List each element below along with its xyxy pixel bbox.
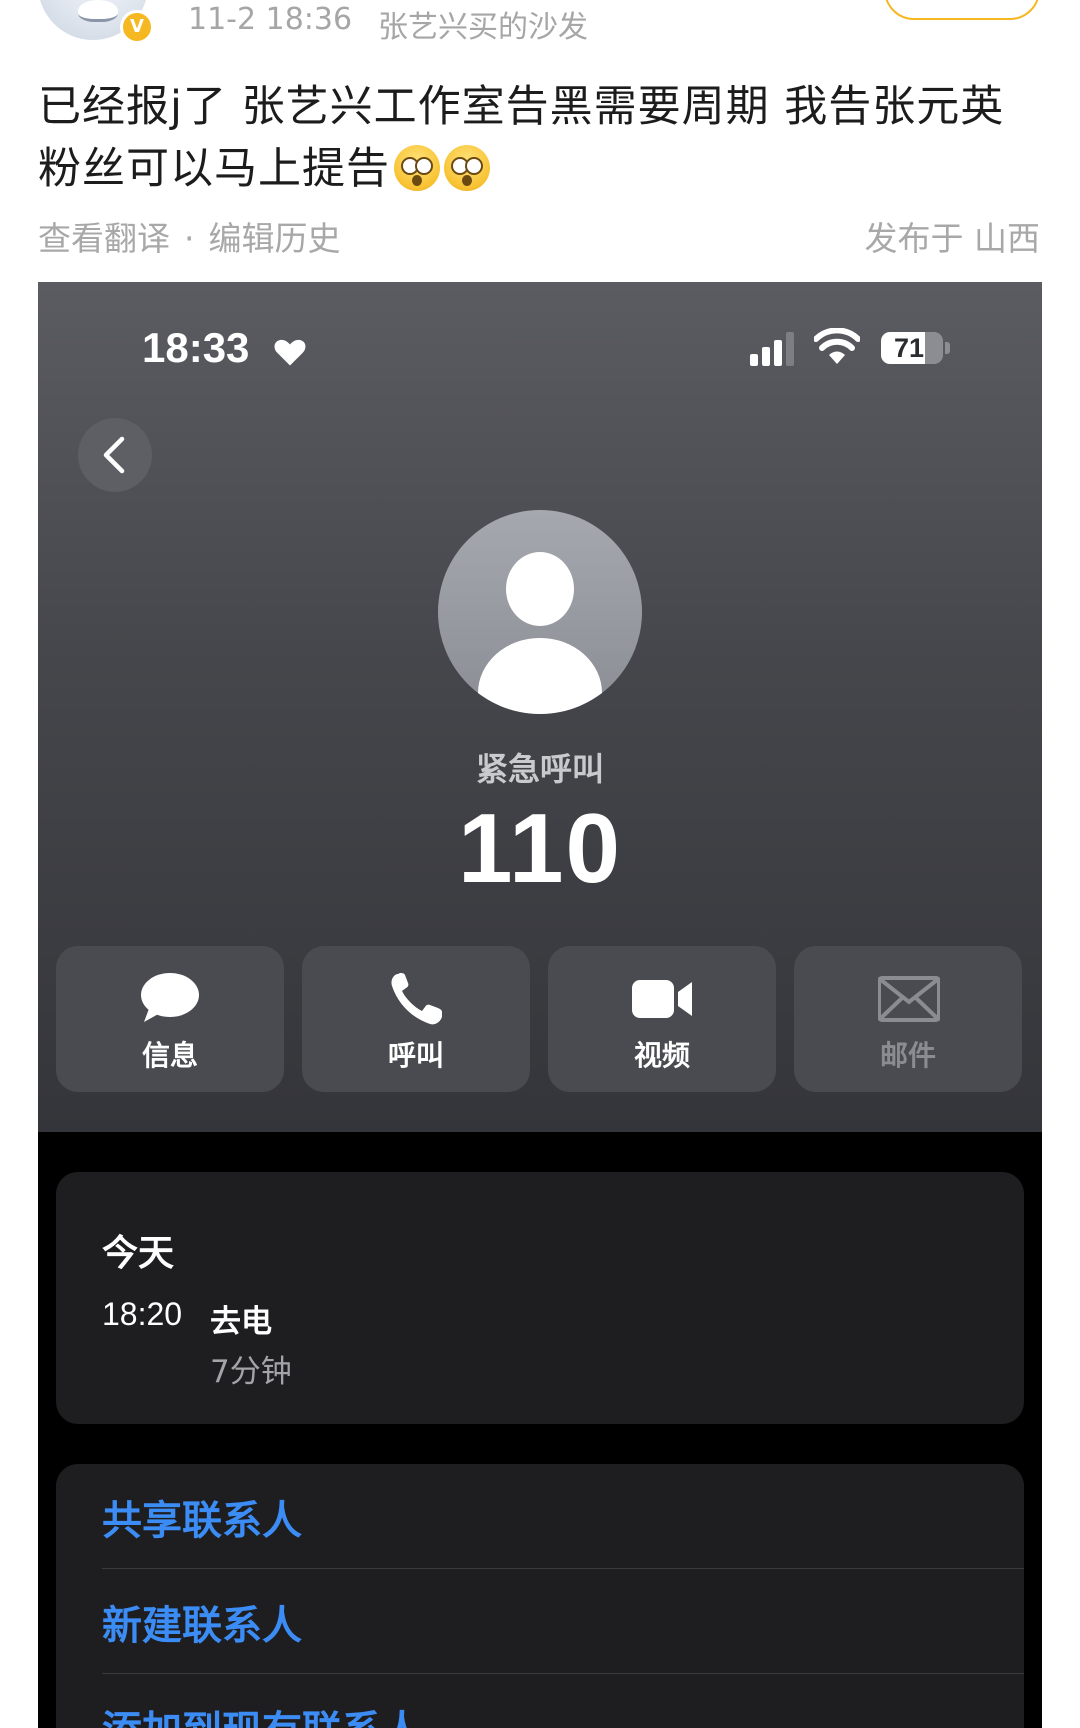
contact-avatar bbox=[438, 510, 642, 714]
battery-indicator: 71 bbox=[881, 332, 943, 364]
flushed-face-icon bbox=[444, 145, 490, 191]
contact-options-card: 共享联系人 新建联系人 添加到现有联系人 bbox=[56, 1464, 1024, 1728]
option-label: 新建联系人 bbox=[102, 1603, 302, 1649]
post-meta-row: V 11-2 18:36 张艺兴买的沙发 bbox=[0, 0, 1080, 46]
share-contact-option[interactable]: 共享联系人 bbox=[102, 1464, 1024, 1568]
call-type: 去电 bbox=[210, 1304, 272, 1340]
message-bubble-icon bbox=[141, 973, 199, 1022]
post-body: 已经报j了 张艺兴工作室告黑需要周期 我告张元英粉丝可以马上提告 bbox=[38, 76, 1042, 200]
call-time: 18:20 bbox=[102, 1296, 183, 1332]
video-label: 视频 bbox=[633, 1039, 690, 1072]
new-contact-option[interactable]: 新建联系人 bbox=[102, 1569, 1024, 1673]
phone-icon bbox=[391, 973, 442, 1025]
flushed-face-icon bbox=[394, 145, 440, 191]
translate-link[interactable]: 查看翻译 bbox=[38, 219, 170, 258]
cellular-signal-icon bbox=[750, 332, 794, 366]
post-location: 发布于 山西 bbox=[864, 219, 1041, 258]
contact-actions: 信息 呼叫 视频 邮件 bbox=[56, 946, 1024, 1092]
post-links: 查看翻译 · 编辑历史 bbox=[38, 212, 341, 260]
call-history-day: 今天 bbox=[102, 1233, 175, 1274]
contact-label: 紧急呼叫 bbox=[475, 750, 604, 788]
message-button[interactable]: 信息 bbox=[56, 946, 284, 1092]
verified-badge: V bbox=[120, 10, 154, 44]
attached-screenshot[interactable]: 18:33 71 紧急呼叫 110 信息 呼叫 视频 邮件 今天 18:20 去… bbox=[38, 282, 1042, 1728]
edit-history-link[interactable]: 编辑历史 bbox=[209, 219, 341, 258]
option-label: 添加到现有联系人 bbox=[102, 1698, 422, 1728]
call-history-card: 今天 18:20 去电 7分钟 bbox=[56, 1172, 1024, 1424]
call-button[interactable]: 呼叫 bbox=[302, 946, 530, 1092]
post-source[interactable]: 张艺兴买的沙发 bbox=[378, 2, 588, 46]
link-separator: · bbox=[184, 219, 195, 258]
battery-tip bbox=[945, 342, 950, 354]
message-label: 信息 bbox=[141, 1039, 198, 1072]
mail-icon bbox=[878, 976, 940, 1022]
follow-button[interactable] bbox=[884, 0, 1040, 20]
video-button[interactable]: 视频 bbox=[548, 946, 776, 1092]
heart-icon bbox=[274, 339, 306, 366]
option-label: 共享联系人 bbox=[102, 1498, 302, 1544]
back-button[interactable] bbox=[78, 418, 152, 492]
chevron-left-icon bbox=[103, 436, 125, 474]
contact-number: 110 bbox=[457, 793, 623, 903]
contact-header: 18:33 71 紧急呼叫 110 信息 呼叫 视频 邮件 bbox=[38, 282, 1042, 1132]
video-camera-icon bbox=[632, 980, 692, 1018]
status-bar-time: 18:33 bbox=[142, 324, 250, 371]
call-duration: 7分钟 bbox=[210, 1354, 292, 1390]
post-text: 已经报j了 张艺兴工作室告黑需要周期 我告张元英粉丝可以马上提告 bbox=[38, 82, 1005, 194]
mail-button[interactable]: 邮件 bbox=[794, 946, 1022, 1092]
wifi-icon bbox=[814, 328, 860, 364]
add-to-existing-contact-option[interactable]: 添加到现有联系人 bbox=[102, 1674, 1024, 1728]
call-label: 呼叫 bbox=[387, 1039, 444, 1072]
post-timestamp: 11-2 18:36 bbox=[188, 2, 353, 37]
battery-level: 71 bbox=[893, 333, 925, 363]
mail-label: 邮件 bbox=[879, 1039, 936, 1072]
